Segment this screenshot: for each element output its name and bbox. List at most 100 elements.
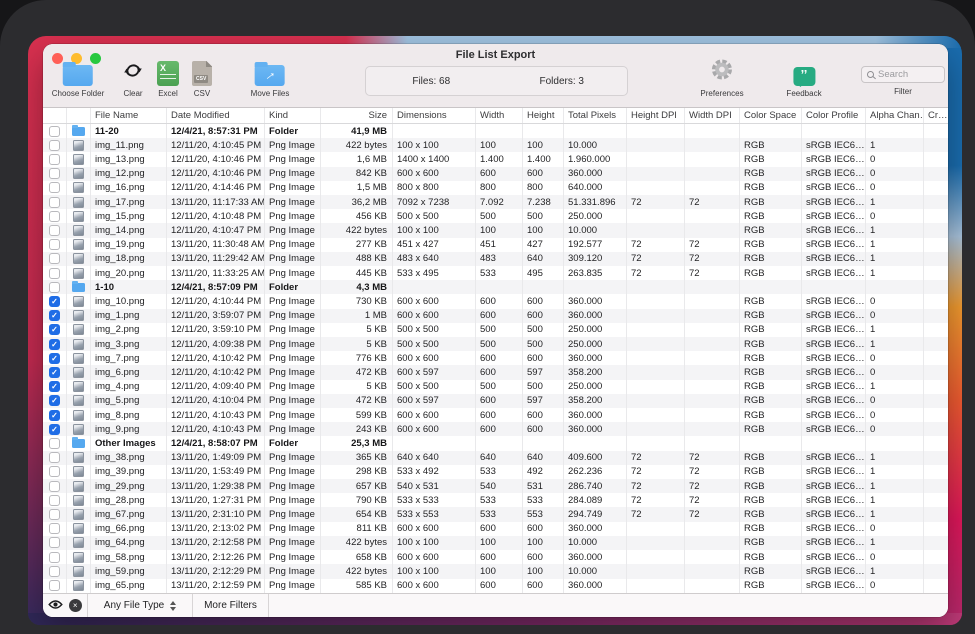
search-input[interactable]: Search — [861, 66, 945, 83]
row-checkbox[interactable] — [49, 140, 60, 151]
table-row[interactable]: img_1.png 12/11/20, 3:59:07 PM Png Image… — [43, 309, 948, 323]
table-row[interactable]: img_39.png 13/11/20, 1:53:49 PM Png Imag… — [43, 465, 948, 479]
row-checkbox[interactable] — [49, 395, 60, 406]
table-row[interactable]: img_67.png 13/11/20, 2:31:10 PM Png Imag… — [43, 507, 948, 521]
header-color-profile[interactable]: Color Profile — [802, 108, 866, 123]
table-row[interactable]: img_12.png 12/11/20, 4:10:46 PM Png Imag… — [43, 167, 948, 181]
row-checkbox[interactable] — [49, 154, 60, 165]
row-checkbox[interactable] — [49, 466, 60, 477]
row-checkbox[interactable] — [49, 424, 60, 435]
table-row[interactable]: img_13.png 12/11/20, 4:10:46 PM Png Imag… — [43, 152, 948, 166]
row-checkbox[interactable] — [49, 481, 60, 492]
header-width-dpi[interactable]: Width DPI — [685, 108, 740, 123]
header-kind[interactable]: Kind — [265, 108, 321, 123]
header-size[interactable]: Size — [321, 108, 393, 123]
table-row[interactable]: Other Images 12/4/21, 8:58:07 PM Folder … — [43, 436, 948, 450]
table-row[interactable]: img_10.png 12/11/20, 4:10:44 PM Png Imag… — [43, 294, 948, 308]
table-row[interactable]: img_65.png 13/11/20, 2:12:59 PM Png Imag… — [43, 579, 948, 593]
table-row[interactable]: img_18.png 13/11/20, 11:29:42 AM Png Ima… — [43, 252, 948, 266]
header-total-pixels[interactable]: Total Pixels — [564, 108, 627, 123]
zoom-window-button[interactable] — [90, 53, 101, 64]
header-checkbox-column[interactable] — [43, 108, 67, 123]
row-checkbox[interactable] — [49, 580, 60, 591]
row-checkbox[interactable] — [49, 282, 60, 293]
table-row[interactable]: img_6.png 12/11/20, 4:10:42 PM Png Image… — [43, 365, 948, 379]
table-row[interactable]: img_9.png 12/11/20, 4:10:43 PM Png Image… — [43, 422, 948, 436]
table-row[interactable]: img_16.png 12/11/20, 4:14:46 PM Png Imag… — [43, 181, 948, 195]
row-checkbox[interactable] — [49, 523, 60, 534]
header-width[interactable]: Width — [476, 108, 523, 123]
excel-export-button[interactable]: Excel — [157, 61, 179, 98]
more-filters-button[interactable]: More Filters — [193, 594, 269, 617]
table-row[interactable]: 11-20 12/4/21, 8:57:31 PM Folder 41,9 MB — [43, 124, 948, 138]
preferences-button[interactable]: Preferences — [700, 58, 743, 98]
cell-height: 640 — [523, 252, 564, 266]
table-row[interactable]: img_29.png 13/11/20, 1:29:38 PM Png Imag… — [43, 479, 948, 493]
table-row[interactable]: img_58.png 13/11/20, 2:12:26 PM Png Imag… — [43, 550, 948, 564]
row-checkbox[interactable] — [49, 182, 60, 193]
table-row[interactable]: img_14.png 12/11/20, 4:10:47 PM Png Imag… — [43, 223, 948, 237]
choose-folder-button[interactable]: Choose Folder — [52, 65, 104, 98]
row-checkbox[interactable] — [49, 268, 60, 279]
row-checkbox[interactable] — [49, 324, 60, 335]
row-checkbox[interactable] — [49, 211, 60, 222]
move-files-button[interactable]: Move Files — [251, 65, 290, 98]
table-row[interactable]: img_8.png 12/11/20, 4:10:43 PM Png Image… — [43, 408, 948, 422]
row-checkbox[interactable] — [49, 509, 60, 520]
row-checkbox[interactable] — [49, 410, 60, 421]
row-checkbox[interactable] — [49, 367, 60, 378]
eye-icon[interactable] — [48, 599, 63, 613]
table-row[interactable]: img_28.png 13/11/20, 1:27:31 PM Png Imag… — [43, 493, 948, 507]
header-alpha-channel[interactable]: Alpha Chan… — [866, 108, 924, 123]
row-checkbox[interactable] — [49, 353, 60, 364]
row-checkbox[interactable] — [49, 253, 60, 264]
row-checkbox[interactable] — [49, 552, 60, 563]
row-checkbox[interactable] — [49, 381, 60, 392]
header-icon-column[interactable] — [67, 108, 91, 123]
table-row[interactable]: img_15.png 12/11/20, 4:10:48 PM Png Imag… — [43, 209, 948, 223]
header-file-name[interactable]: File Name — [91, 108, 167, 123]
table-row[interactable]: img_7.png 12/11/20, 4:10:42 PM Png Image… — [43, 351, 948, 365]
cell-date-modified: 13/11/20, 11:17:33 AM — [167, 195, 265, 209]
row-checkbox[interactable] — [49, 495, 60, 506]
header-color-space[interactable]: Color Space — [740, 108, 802, 123]
table-row[interactable]: 1-10 12/4/21, 8:57:09 PM Folder 4,3 MB — [43, 280, 948, 294]
header-height[interactable]: Height — [523, 108, 564, 123]
header-cr[interactable]: Cr… — [924, 108, 948, 123]
table-row[interactable]: img_38.png 13/11/20, 1:49:09 PM Png Imag… — [43, 451, 948, 465]
header-dimensions[interactable]: Dimensions — [393, 108, 476, 123]
table-row[interactable]: img_11.png 12/11/20, 4:10:45 PM Png Imag… — [43, 138, 948, 152]
row-checkbox[interactable] — [49, 438, 60, 449]
row-checkbox[interactable] — [49, 537, 60, 548]
table-row[interactable]: img_17.png 13/11/20, 11:17:33 AM Png Ima… — [43, 195, 948, 209]
row-checkbox[interactable] — [49, 296, 60, 307]
table-row[interactable]: img_66.png 13/11/20, 2:13:02 PM Png Imag… — [43, 522, 948, 536]
cell-dimensions: 600 x 600 — [393, 550, 476, 564]
row-checkbox[interactable] — [49, 452, 60, 463]
table-row[interactable]: img_59.png 13/11/20, 2:12:29 PM Png Imag… — [43, 564, 948, 578]
cell-size: 599 KB — [321, 408, 393, 422]
file-type-dropdown[interactable]: Any File Type — [88, 594, 193, 617]
header-date-modified[interactable]: Date Modified — [167, 108, 265, 123]
table-row[interactable]: img_2.png 12/11/20, 3:59:10 PM Png Image… — [43, 323, 948, 337]
row-checkbox[interactable] — [49, 197, 60, 208]
header-height-dpi[interactable]: Height DPI — [627, 108, 685, 123]
row-checkbox[interactable] — [49, 239, 60, 250]
table-row[interactable]: img_4.png 12/11/20, 4:09:40 PM Png Image… — [43, 380, 948, 394]
csv-export-button[interactable]: CSV — [192, 61, 212, 98]
table-row[interactable]: img_3.png 12/11/20, 4:09:38 PM Png Image… — [43, 337, 948, 351]
clear-filter-icon[interactable] — [69, 599, 82, 612]
close-window-button[interactable] — [52, 53, 63, 64]
clear-button[interactable]: Clear — [123, 60, 144, 98]
row-checkbox[interactable] — [49, 310, 60, 321]
table-row[interactable]: img_64.png 13/11/20, 2:12:58 PM Png Imag… — [43, 536, 948, 550]
table-row[interactable]: img_5.png 12/11/20, 4:10:04 PM Png Image… — [43, 394, 948, 408]
table-row[interactable]: img_20.png 13/11/20, 11:33:25 AM Png Ima… — [43, 266, 948, 280]
row-checkbox[interactable] — [49, 339, 60, 350]
row-checkbox[interactable] — [49, 126, 60, 137]
row-checkbox[interactable] — [49, 168, 60, 179]
table-row[interactable]: img_19.png 13/11/20, 11:30:48 AM Png Ima… — [43, 238, 948, 252]
feedback-button[interactable]: Feedback — [786, 67, 821, 98]
row-checkbox[interactable] — [49, 225, 60, 236]
row-checkbox[interactable] — [49, 566, 60, 577]
